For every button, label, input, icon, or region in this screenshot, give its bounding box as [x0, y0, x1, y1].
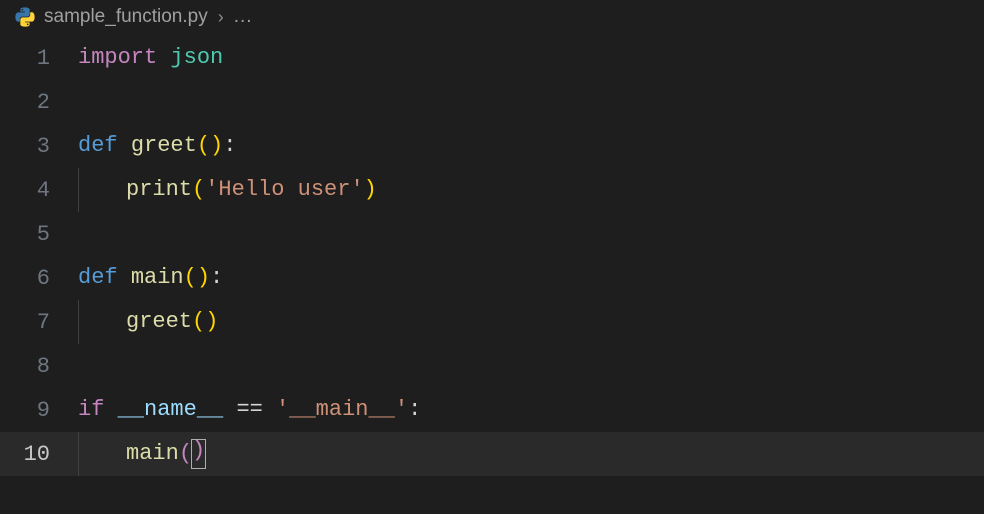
- code-content[interactable]: main(): [78, 432, 206, 476]
- code-line[interactable]: 7 greet(): [0, 300, 984, 344]
- line-number: 6: [0, 266, 78, 291]
- code-content[interactable]: def greet():: [78, 135, 236, 157]
- code-line[interactable]: 8: [0, 344, 984, 388]
- code-content[interactable]: import json: [78, 47, 223, 69]
- code-line[interactable]: 4 print('Hello user'): [0, 168, 984, 212]
- code-line[interactable]: 1 import json: [0, 36, 984, 80]
- breadcrumb-filename: sample_function.py: [44, 6, 208, 28]
- code-line[interactable]: 2: [0, 80, 984, 124]
- code-line[interactable]: 3 def greet():: [0, 124, 984, 168]
- code-line-active[interactable]: 10 main(): [0, 432, 984, 476]
- line-number: 7: [0, 310, 78, 335]
- breadcrumb-ellipsis[interactable]: ...: [234, 6, 253, 28]
- breadcrumb[interactable]: sample_function.py › ...: [0, 0, 984, 34]
- line-number: 1: [0, 46, 78, 71]
- line-number: 3: [0, 134, 78, 159]
- chevron-right-icon: ›: [218, 7, 224, 28]
- code-line[interactable]: 5: [0, 212, 984, 256]
- code-content[interactable]: print('Hello user'): [78, 168, 377, 212]
- line-number: 2: [0, 90, 78, 115]
- code-content[interactable]: def main():: [78, 267, 223, 289]
- indent-guide: [78, 168, 126, 212]
- line-number: 5: [0, 222, 78, 247]
- code-line[interactable]: 6 def main():: [0, 256, 984, 300]
- line-number: 4: [0, 178, 78, 203]
- indent-guide: [78, 432, 126, 476]
- line-number: 8: [0, 354, 78, 379]
- indent-guide: [78, 300, 126, 344]
- cursor: ): [191, 439, 206, 469]
- code-editor[interactable]: 1 import json 2 3 def greet(): 4 print('…: [0, 34, 984, 476]
- breadcrumb-file[interactable]: sample_function.py: [14, 6, 208, 28]
- code-line[interactable]: 9 if __name__ == '__main__':: [0, 388, 984, 432]
- python-icon: [14, 6, 36, 28]
- code-content[interactable]: greet(): [78, 300, 218, 344]
- line-number: 9: [0, 398, 78, 423]
- line-number: 10: [0, 442, 78, 467]
- code-content[interactable]: if __name__ == '__main__':: [78, 399, 421, 421]
